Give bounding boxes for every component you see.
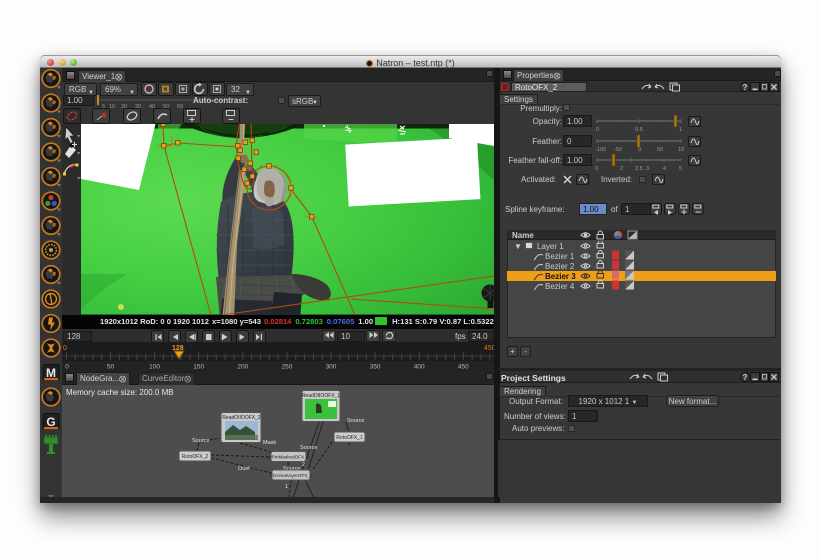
svg-text:300: 300 [326,364,337,371]
svg-text:3: 3 [646,166,649,171]
svg-text:0: 0 [638,147,641,152]
svg-text:1: 1 [285,484,288,490]
svg-text:?: ? [743,83,748,92]
svg-text:0: 0 [65,364,69,371]
svg-text:0: 0 [595,166,598,171]
svg-text:100: 100 [149,364,160,371]
svg-text:50: 50 [657,147,663,152]
svg-text:5: 5 [679,166,682,171]
svg-text:Memory cache size: 200.0 MB: Memory cache size: 200.0 MB [66,388,174,397]
svg-text:2.5: 2.5 [635,166,643,171]
svg-text:Source: Source [347,418,364,424]
svg-text:M: M [46,366,56,380]
svg-text:Source: Source [192,438,209,444]
svg-text:50: 50 [107,364,115,371]
svg-text:10: 10 [678,147,684,152]
svg-text:250: 250 [281,364,292,371]
svg-text:Out#: Out# [238,466,251,472]
svg-text:-100: -100 [595,147,606,152]
svg-text:2: 2 [620,166,623,171]
svg-text:2: 2 [302,462,305,468]
svg-text:450: 450 [458,364,469,371]
svg-text:RotoOFX_2: RotoOFX_2 [182,454,209,460]
svg-text:Mask: Mask [263,440,276,446]
svg-text:ChromaKeyerOFX_1: ChromaKeyerOFX_1 [270,473,313,478]
svg-text:4: 4 [663,166,666,171]
svg-text:400: 400 [414,364,425,371]
svg-text:-50: -50 [614,147,622,152]
svg-text:RotoOFX_1: RotoOFX_1 [336,435,363,441]
svg-text:Source: Source [300,445,317,451]
svg-text:1: 1 [679,127,682,132]
svg-text:350: 350 [370,364,381,371]
svg-text:450: 450 [484,345,494,352]
svg-text:ReadOIIOOFX_2: ReadOIIOOFX_2 [222,415,261,421]
svg-text:?: ? [743,373,748,382]
svg-text:ReadOIIOOFX_1: ReadOIIOOFX_1 [302,393,341,399]
svg-text:200: 200 [237,364,248,371]
svg-text:0: 0 [596,127,599,132]
svg-text:0.5: 0.5 [635,127,643,132]
svg-text:150: 150 [193,364,204,371]
svg-text:0: 0 [63,345,67,352]
svg-text:erPinMaskedOFX_2: erPinMaskedOFX_2 [268,454,310,459]
svg-text:G: G [46,415,55,429]
